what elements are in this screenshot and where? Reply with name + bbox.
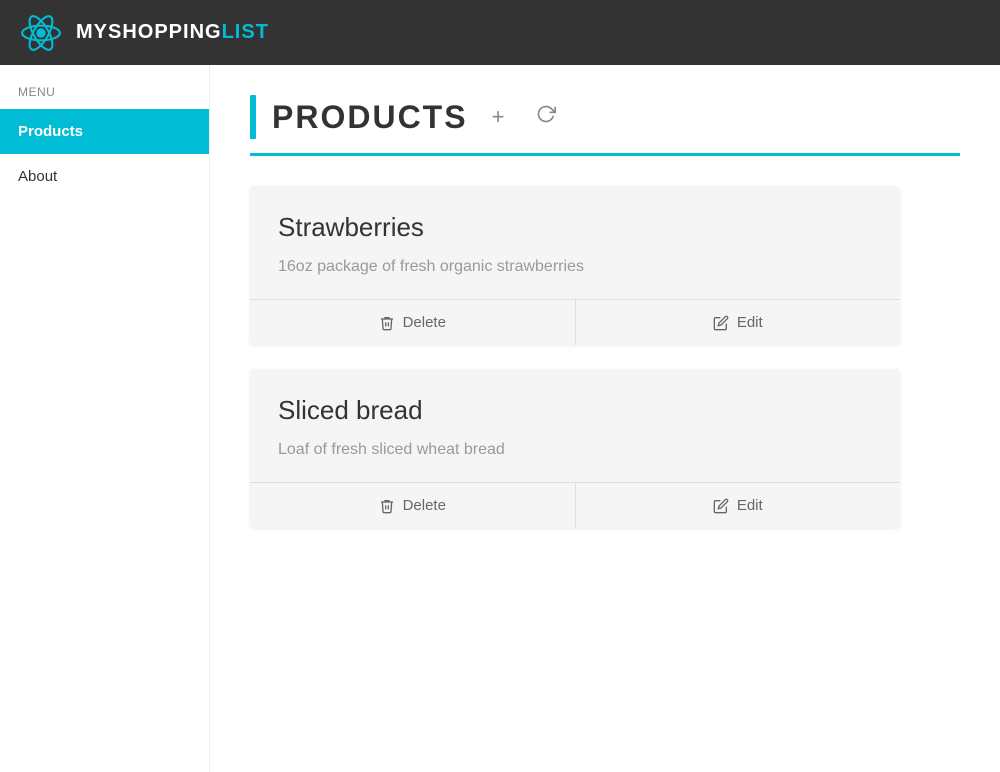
sidebar: MENU Products About <box>0 65 210 772</box>
product-card-actions: Delete Edit <box>250 482 900 528</box>
edit-button[interactable]: Edit <box>575 300 901 345</box>
product-card: Strawberries 16oz package of fresh organ… <box>250 186 900 345</box>
product-card-actions: Delete Edit <box>250 299 900 345</box>
page-header: PRODUCTS + <box>250 95 960 156</box>
product-name: Sliced bread <box>278 395 872 426</box>
product-card-body: Strawberries 16oz package of fresh organ… <box>250 186 900 299</box>
sidebar-item-about[interactable]: About <box>0 154 209 199</box>
refresh-icon <box>536 104 556 124</box>
add-product-button[interactable]: + <box>484 100 513 134</box>
edit-icon <box>713 498 729 514</box>
product-description: Loaf of fresh sliced wheat bread <box>278 438 872 462</box>
delete-button[interactable]: Delete <box>250 300 575 345</box>
delete-button[interactable]: Delete <box>250 483 575 528</box>
title-accent-bar <box>250 95 256 139</box>
navbar: MYSHOPPINGLIST <box>0 0 1000 65</box>
menu-label: MENU <box>0 85 209 109</box>
app-title: MYSHOPPINGLIST <box>76 21 269 44</box>
products-list: Strawberries 16oz package of fresh organ… <box>250 186 960 528</box>
react-logo-icon <box>20 12 62 54</box>
refresh-button[interactable] <box>528 100 564 134</box>
main-content: PRODUCTS + Strawberries 16oz package of … <box>210 65 1000 772</box>
sidebar-item-products[interactable]: Products <box>0 109 209 154</box>
trash-icon <box>379 315 395 331</box>
product-description: 16oz package of fresh organic strawberri… <box>278 255 872 279</box>
edit-button[interactable]: Edit <box>575 483 901 528</box>
edit-icon <box>713 315 729 331</box>
trash-icon <box>379 498 395 514</box>
product-card-body: Sliced bread Loaf of fresh sliced wheat … <box>250 369 900 482</box>
product-name: Strawberries <box>278 212 872 243</box>
page-title: PRODUCTS <box>272 99 468 136</box>
product-card: Sliced bread Loaf of fresh sliced wheat … <box>250 369 900 528</box>
